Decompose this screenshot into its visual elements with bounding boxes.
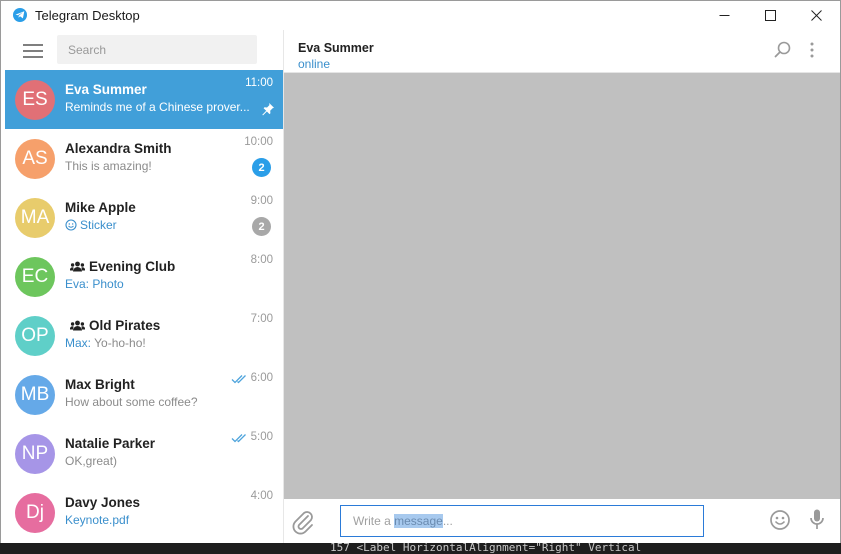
input-placeholder-end: ...: [442, 514, 453, 528]
sticker-icon: [65, 219, 77, 231]
hamburger-menu-icon[interactable]: [23, 44, 45, 58]
preview-text: This is amazing!: [65, 159, 152, 173]
chat-name: Evening Club: [65, 259, 175, 274]
chat-preview: OK,great): [65, 454, 255, 468]
chat-name-text: Eva Summer: [65, 82, 147, 97]
chat-header: Eva Summer online: [284, 30, 840, 73]
chat-name: Max Bright: [65, 377, 135, 392]
preview-text: OK,great): [65, 454, 118, 468]
chat-name: Eva Summer: [65, 82, 147, 97]
message-area: [284, 73, 840, 499]
window-title: Telegram Desktop: [35, 8, 140, 23]
chat-name: Mike Apple: [65, 200, 136, 215]
chat-time: 11:00: [245, 77, 273, 89]
chat-time: 5:00: [250, 431, 273, 443]
chat-time: 4:00: [250, 490, 273, 502]
title-bar: Telegram Desktop: [1, 1, 840, 30]
chat-name-text: Alexandra Smith: [65, 141, 172, 156]
chat-list-item[interactable]: OP Old Pirates 7:00 Max: Yo-ho-ho!: [5, 306, 283, 365]
avatar: Dj: [15, 493, 55, 533]
avatar: EC: [15, 257, 55, 297]
preview-accent: Eva: Photo: [65, 277, 124, 291]
chat-time: 6:00: [250, 372, 273, 384]
microphone-icon[interactable]: [808, 508, 826, 532]
minimize-icon: [719, 15, 729, 16]
preview-text: Reminds me of a Chinese prover...: [65, 100, 250, 114]
chat-preview: Keynote.pdf: [65, 513, 255, 527]
input-placeholder-start: Write a: [353, 514, 395, 528]
avatar: MB: [15, 375, 55, 415]
chat-name-text: Natalie Parker: [65, 436, 156, 451]
close-icon: [810, 10, 822, 21]
chat-list-item[interactable]: MA Mike Apple 9:00 Sticker 2: [5, 188, 283, 247]
avatar: NP: [15, 434, 55, 474]
background-code-line: 157 <Label HorizontalAlignment="Right" V…: [330, 541, 642, 554]
chat-time: 8:00: [250, 254, 273, 266]
maximize-button[interactable]: [747, 1, 793, 30]
chat-preview: Sticker: [65, 218, 255, 232]
preview-text: How about some coffee?: [65, 395, 198, 409]
telegram-logo-icon: [13, 8, 27, 22]
chat-preview: Eva: Photo: [65, 277, 255, 291]
chat-time: 9:00: [250, 195, 273, 207]
chat-name-text: Mike Apple: [65, 200, 136, 215]
message-composer: Write a message...: [284, 499, 840, 544]
unread-badge: 2: [252, 158, 271, 177]
input-placeholder-selected: message: [394, 514, 443, 528]
chat-time: 10:00: [244, 136, 273, 148]
chat-name: Alexandra Smith: [65, 141, 172, 156]
peer-status: online: [298, 57, 331, 71]
chat-list-item[interactable]: Dj Davy Jones 4:00 Keynote.pdf: [5, 483, 283, 542]
chat-preview: Reminds me of a Chinese prover...: [65, 100, 255, 114]
preview-accent: Keynote.pdf: [65, 513, 130, 527]
chat-preview: How about some coffee?: [65, 395, 255, 409]
chat-name: Old Pirates: [65, 318, 160, 333]
chat-preview: Max: Yo-ho-ho!: [65, 336, 255, 350]
avatar: MA: [15, 198, 55, 238]
chat-list-item[interactable]: NP Natalie Parker 5:00 OK,great): [5, 424, 283, 483]
peer-name[interactable]: Eva Summer: [298, 41, 374, 55]
chat-sidebar: ES Eva Summer 11:00 Reminds me of a Chinese…: [5, 30, 283, 544]
double-check-icon: [231, 434, 246, 443]
maximize-icon: [764, 10, 776, 21]
chat-name: Davy Jones: [65, 495, 140, 510]
preview-text: Yo-ho-ho!: [91, 336, 146, 350]
chat-name-text: Evening Club: [89, 259, 176, 274]
group-icon: [70, 320, 85, 331]
chat-list-item[interactable]: MB Max Bright 6:00 How about some coffee?: [5, 365, 283, 424]
avatar: OP: [15, 316, 55, 356]
pin-icon: [262, 103, 274, 116]
chat-time: 7:00: [250, 313, 273, 325]
more-vertical-icon[interactable]: [809, 42, 815, 58]
search-box[interactable]: [57, 35, 257, 64]
preview-accent: Max:: [65, 336, 92, 350]
chat-name-text: Max Bright: [65, 377, 135, 392]
group-icon: [70, 261, 85, 272]
chat-name-text: Old Pirates: [89, 318, 161, 333]
close-button[interactable]: [793, 1, 839, 30]
telegram-window: Telegram Desktop ES Eva Summer 11:00 Remind…: [0, 0, 841, 547]
message-input[interactable]: Write a message...: [340, 505, 704, 537]
search-input[interactable]: [57, 35, 257, 64]
emoji-icon[interactable]: [769, 509, 791, 531]
chat-name-text: Davy Jones: [65, 495, 141, 510]
sidebar-header: [5, 30, 283, 70]
chat-list-item[interactable]: ES Eva Summer 11:00 Reminds me of a Chinese…: [5, 70, 283, 129]
search-icon[interactable]: [774, 41, 792, 59]
avatar: ES: [15, 80, 55, 120]
attach-icon[interactable]: [290, 508, 316, 536]
chat-list-item[interactable]: EC Evening Club 8:00 Eva: Photo: [5, 247, 283, 306]
chat-list-item[interactable]: AS Alexandra Smith 10:00 This is amazing! 2: [5, 129, 283, 188]
preview-accent: Sticker: [80, 218, 117, 232]
avatar: AS: [15, 139, 55, 179]
chat-name: Natalie Parker: [65, 436, 155, 451]
chat-list: ES Eva Summer 11:00 Reminds me of a Chinese…: [5, 70, 283, 542]
chat-preview: This is amazing!: [65, 159, 255, 173]
minimize-button[interactable]: [701, 1, 747, 30]
double-check-icon: [231, 375, 246, 384]
unread-badge: 2: [252, 217, 271, 236]
